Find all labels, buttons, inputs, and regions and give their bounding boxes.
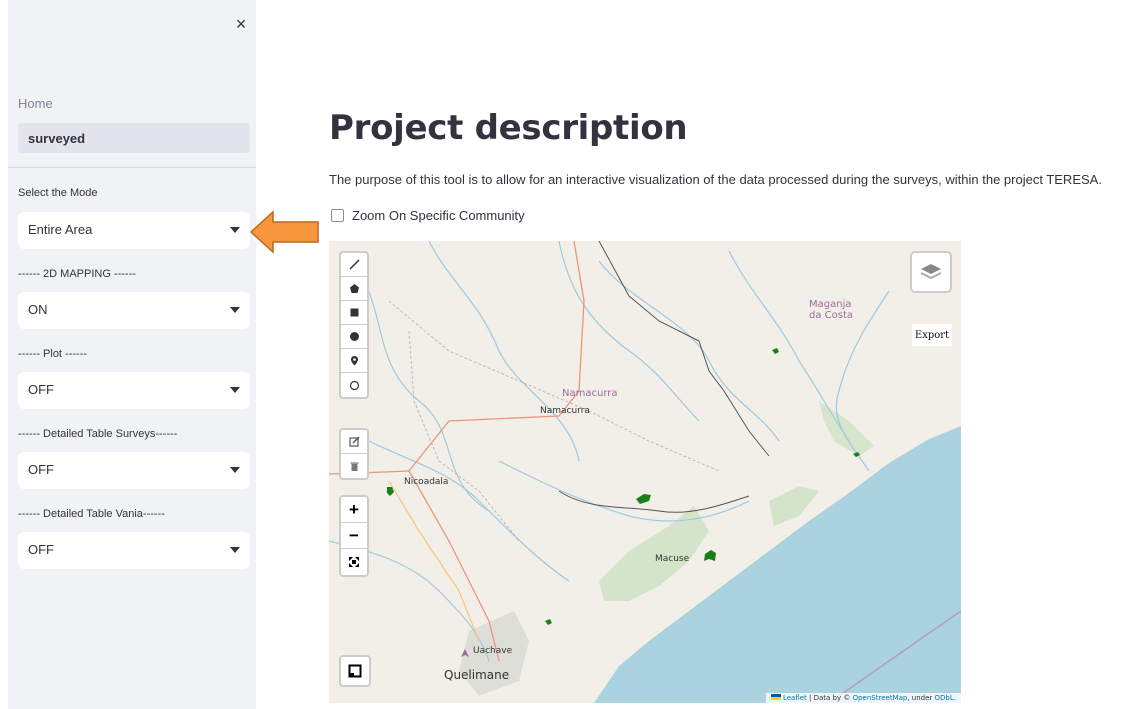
delete-layers-button[interactable]: [341, 454, 367, 478]
fullscreen-button[interactable]: [339, 655, 371, 687]
edit-icon: [348, 436, 360, 447]
zoom-in-button[interactable]: +: [341, 497, 367, 523]
draw-circle-button[interactable]: [341, 325, 367, 349]
vania-table-select[interactable]: OFF: [18, 532, 250, 569]
attribution-text: | Data by ©: [806, 694, 853, 702]
page-title: Project description: [329, 108, 688, 148]
draw-polyline-button[interactable]: [341, 253, 367, 277]
export-button[interactable]: Export: [912, 324, 952, 346]
nav-item-home[interactable]: Home: [18, 96, 53, 111]
map-label-macuse: Macuse: [655, 554, 690, 564]
leaflet-link[interactable]: Leaflet: [783, 694, 807, 702]
draw-toolbar: [339, 251, 369, 399]
surveys-table-select[interactable]: OFF: [18, 452, 250, 489]
mode-select[interactable]: Entire Area: [18, 212, 250, 249]
rectangle-icon: [350, 308, 358, 317]
caret-down-icon: [230, 547, 240, 553]
annotation-arrow: [249, 210, 319, 254]
sidebar-divider: [8, 167, 256, 168]
surveys-table-select-value: OFF: [28, 462, 54, 477]
circle-marker-icon: [349, 380, 359, 390]
odbl-link[interactable]: ODbL.: [935, 694, 956, 702]
mapping-select-value: ON: [28, 302, 48, 317]
zoom-toolbar: + −: [339, 495, 369, 577]
circle-icon: [349, 332, 359, 341]
fit-bounds-button[interactable]: [341, 549, 367, 575]
vania-table-select-label: ------ Detailed Table Vania------: [18, 508, 165, 520]
map-label-maganja: Maganja da Costa: [809, 299, 854, 321]
caret-down-icon: [230, 227, 240, 233]
caret-down-icon: [230, 387, 240, 393]
close-icon: ×: [235, 13, 247, 34]
page-description: The purpose of this tool is to allow for…: [329, 172, 1102, 187]
map-attribution: Leaflet | Data by © OpenStreetMap, under…: [765, 693, 961, 703]
map[interactable]: Maganja da Costa Namacurra Namacurra Nic…: [329, 241, 961, 703]
checkbox-icon[interactable]: [331, 209, 344, 222]
polyline-icon: [348, 259, 360, 270]
draw-marker-button[interactable]: [341, 349, 367, 373]
mapping-select[interactable]: ON: [18, 292, 250, 329]
map-basemap: [329, 241, 961, 703]
edit-toolbar: [339, 428, 369, 480]
expand-icon: [349, 557, 359, 567]
caret-down-icon: [230, 467, 240, 473]
mapping-select-label: ------ 2D MAPPING ------: [18, 268, 136, 280]
caret-down-icon: [230, 307, 240, 313]
plot-select-value: OFF: [28, 382, 54, 397]
mode-select-label: Select the Mode: [18, 187, 98, 199]
draw-polygon-button[interactable]: [341, 277, 367, 301]
draw-rectangle-button[interactable]: [341, 301, 367, 325]
zoom-community-label: Zoom On Specific Community: [352, 208, 525, 223]
map-label-namacurra-town: Namacurra: [562, 388, 618, 399]
layers-control-button[interactable]: [910, 251, 952, 293]
osm-link[interactable]: OpenStreetMap: [853, 694, 908, 702]
map-label-nicoadala: Nicoadala: [404, 477, 449, 487]
map-label-quelimane: Quelimane: [444, 668, 510, 682]
map-label-uachave: Uachave: [473, 646, 513, 656]
surveys-table-select-label: ------ Detailed Table Surveys------: [18, 428, 178, 440]
nav-item-surveyed[interactable]: surveyed: [18, 123, 250, 153]
sidebar: × Home surveyed Select the Mode Entire A…: [8, 0, 256, 709]
zoom-out-button[interactable]: −: [341, 523, 367, 549]
layers-icon: [920, 264, 942, 280]
fullscreen-icon: [348, 664, 362, 678]
draw-circlemarker-button[interactable]: [341, 373, 367, 397]
ukraine-flag-icon: [770, 694, 781, 700]
edit-layers-button[interactable]: [341, 430, 367, 454]
close-sidebar-button[interactable]: ×: [229, 12, 253, 36]
map-label-namacurra: Namacurra: [540, 406, 590, 416]
plot-select-label: ------ Plot ------: [18, 348, 88, 360]
mode-select-value: Entire Area: [28, 222, 93, 237]
vania-table-select-value: OFF: [28, 542, 54, 557]
trash-icon: [350, 462, 358, 471]
plot-select[interactable]: OFF: [18, 372, 250, 409]
attribution-text-under: , under: [907, 694, 935, 702]
zoom-community-checkbox[interactable]: Zoom On Specific Community: [331, 208, 525, 223]
polygon-icon: [349, 284, 359, 293]
marker-icon: [350, 356, 358, 366]
